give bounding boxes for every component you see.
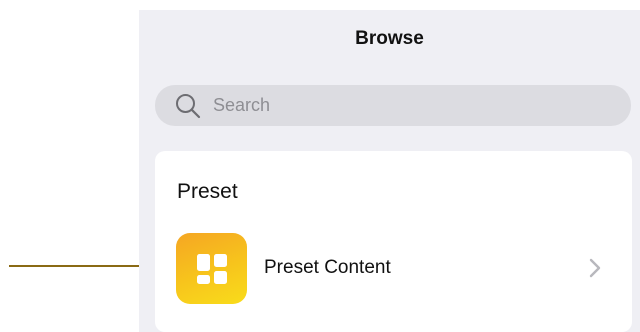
search-icon: [173, 91, 203, 121]
chevron-right-icon: [587, 257, 603, 279]
browse-panel: Browse Search Preset Preset Content: [139, 10, 640, 332]
preset-grid-icon: [176, 233, 247, 304]
list-item-label: Preset Content: [264, 257, 391, 278]
section-header: Preset: [177, 180, 238, 203]
search-placeholder: Search: [213, 95, 271, 115]
screenshot-stage: Browse Search Preset Preset Content: [0, 0, 640, 332]
preset-section-card: Preset Preset Content: [155, 151, 632, 332]
page-title: Browse: [355, 28, 424, 49]
search-field[interactable]: Search: [155, 85, 631, 126]
list-item-preset-content[interactable]: Preset Content: [155, 233, 632, 305]
